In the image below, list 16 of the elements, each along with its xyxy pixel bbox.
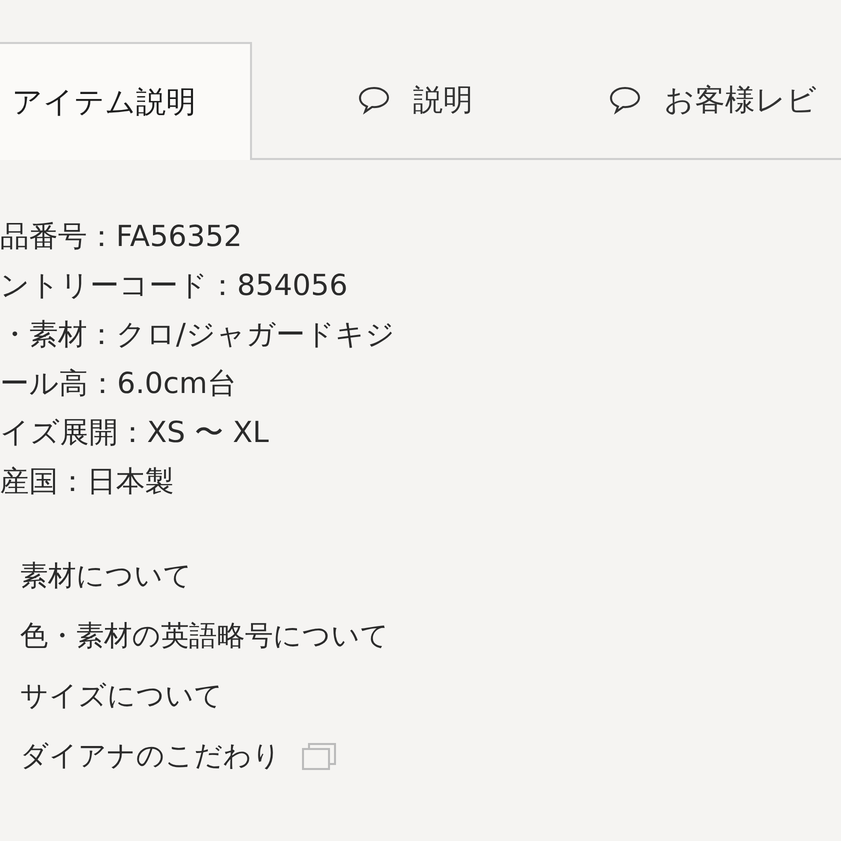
tab[interactable]: 説明	[252, 42, 604, 160]
spec-line: ントリーコード：854056	[0, 267, 349, 304]
tab[interactable]: お客様レビ	[604, 42, 817, 160]
spec-line: ・素材：クロ/ジャガードキジ	[0, 316, 396, 353]
spec-line: 産国：日本製	[0, 463, 175, 500]
speech-bubble-icon	[608, 85, 642, 115]
spec-line: 品番号：FA56352	[0, 218, 244, 255]
info-link[interactable]: サイズについて	[20, 677, 223, 715]
info-link[interactable]: 色・素材の英語略号について	[20, 617, 389, 655]
spec-line: イズ展開：XS 〜 XL	[0, 414, 270, 451]
tab[interactable]: アイテム説明	[0, 42, 252, 160]
external-window-icon	[301, 741, 337, 771]
info-link[interactable]: 素材について	[20, 557, 192, 595]
spec-line: ール高：6.0cm台	[0, 365, 238, 402]
info-link[interactable]: ダイアナのこだわり	[20, 737, 337, 775]
speech-bubble-icon	[357, 85, 391, 115]
